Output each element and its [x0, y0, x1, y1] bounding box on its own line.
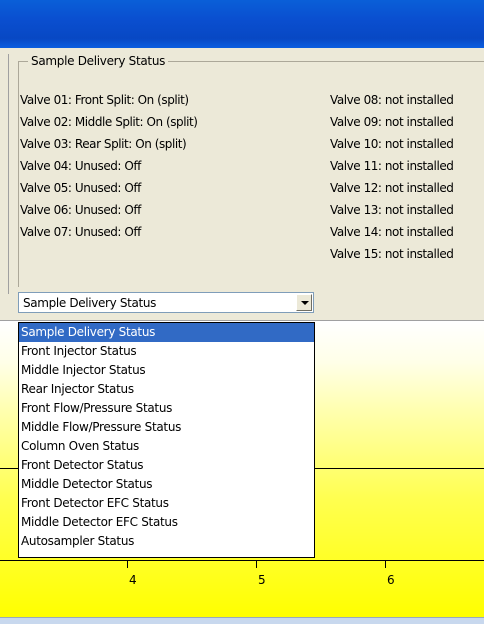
dropdown-option[interactable]: Front Injector Status [19, 342, 314, 361]
groupbox-title: Sample Delivery Status [28, 53, 169, 69]
status-select[interactable]: Sample Delivery Status [18, 292, 314, 313]
axis-tick [385, 561, 386, 568]
valve-status: Valve 05: Unused: Off [20, 181, 141, 195]
valve-status: Valve 04: Unused: Off [20, 159, 141, 173]
dropdown-option[interactable]: Front Detector EFC Status [19, 494, 314, 513]
valve-status: Valve 01: Front Split: On (split) [20, 93, 189, 107]
window-title-bar[interactable] [0, 0, 484, 48]
dropdown-option[interactable]: Middle Detector EFC Status [19, 513, 314, 532]
valve-status: Valve 14: not installed [330, 225, 454, 239]
plot-axis-line [0, 560, 484, 561]
axis-tick [127, 561, 128, 568]
panel-divider [8, 54, 9, 294]
valve-status: Valve 08: not installed [330, 93, 454, 107]
valve-status: Valve 13: not installed [330, 203, 454, 217]
valve-status: Valve 06: Unused: Off [20, 203, 141, 217]
valve-status: Valve 10: not installed [330, 137, 454, 151]
axis-tick [256, 561, 257, 568]
axis-tick-label: 6 [387, 573, 395, 587]
dropdown-option[interactable]: Middle Detector Status [19, 475, 314, 494]
valve-status: Valve 09: not installed [330, 115, 454, 129]
bottom-scrollbar[interactable] [0, 617, 484, 624]
status-dropdown-list[interactable]: Sample Delivery Status Front Injector Sta… [18, 322, 315, 558]
valve-status: Valve 03: Rear Split: On (split) [20, 137, 187, 151]
dropdown-option[interactable]: Rear Injector Status [19, 380, 314, 399]
axis-tick-label: 5 [258, 573, 266, 587]
dropdown-option[interactable]: Autosampler Status [19, 532, 314, 551]
dropdown-button[interactable] [296, 294, 312, 311]
chevron-down-icon [301, 301, 309, 305]
axis-tick-label: 4 [129, 573, 137, 587]
dropdown-option[interactable]: Column Oven Status [19, 437, 314, 456]
valve-status: Valve 07: Unused: Off [20, 225, 141, 239]
dropdown-option[interactable]: Front Detector Status [19, 456, 314, 475]
dropdown-option[interactable]: Middle Injector Status [19, 361, 314, 380]
dropdown-option[interactable]: Front Flow/Pressure Status [19, 399, 314, 418]
dropdown-option[interactable]: Sample Delivery Status [19, 323, 314, 342]
valve-status: Valve 15: not installed [330, 247, 454, 261]
valve-status: Valve 12: not installed [330, 181, 454, 195]
status-select-value: Sample Delivery Status [23, 296, 156, 310]
dropdown-option[interactable]: Middle Flow/Pressure Status [19, 418, 314, 437]
valve-status: Valve 02: Middle Split: On (split) [20, 115, 198, 129]
valve-status: Valve 11: not installed [330, 159, 454, 173]
